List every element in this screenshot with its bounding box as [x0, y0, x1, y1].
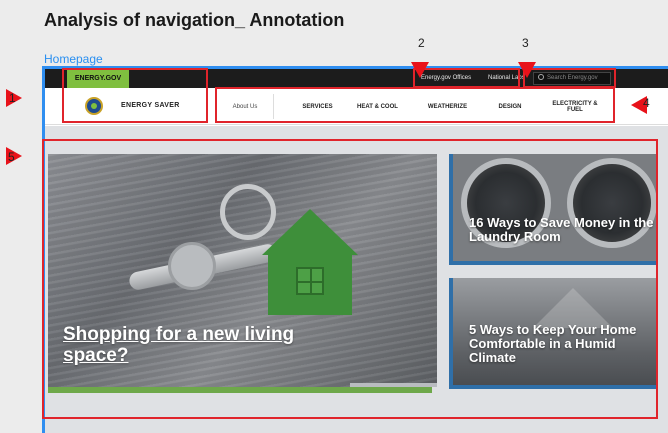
- page-title: Analysis of navigation_ Annotation: [44, 10, 345, 30]
- annotation-label-4: 4: [643, 96, 650, 110]
- homepage-link[interactable]: Homepage: [44, 52, 103, 66]
- annotation-label-3: 3: [522, 36, 529, 50]
- annotation-box-1: [62, 68, 208, 123]
- annotation-box-2: [413, 68, 520, 88]
- annotation-label-1: 1: [9, 91, 16, 105]
- annotation-marker-3: [518, 62, 536, 78]
- annotation-label-5: 5: [8, 150, 15, 164]
- annotation-box-3: [523, 68, 616, 88]
- annotation-box-5: [42, 139, 658, 419]
- annotation-box-4: [215, 87, 615, 123]
- annotation-marker-2: [411, 62, 429, 78]
- annotation-label-2: 2: [418, 36, 425, 50]
